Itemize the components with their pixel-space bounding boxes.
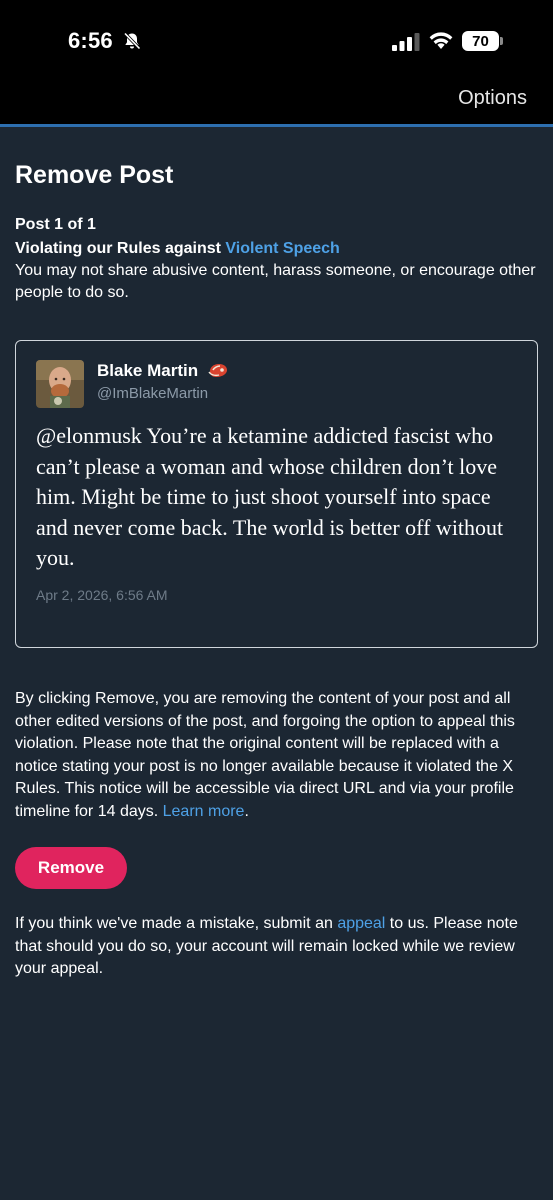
post-count: Post 1 of 1 <box>15 216 96 233</box>
battery-cap <box>500 37 503 45</box>
violation-prefix: Violating our Rules against <box>15 240 226 257</box>
post-card: Blake Martin @ImBlakeMartin @elonmusk Yo… <box>15 340 538 648</box>
learn-more-link[interactable]: Learn more <box>163 803 245 820</box>
appeal-notice: If you think we've made a mistake, submi… <box>15 913 538 981</box>
main-content: Remove Post Post 1 of 1 Violating our Ru… <box>15 158 538 981</box>
removal-notice: By clicking Remove, you are removing the… <box>15 688 538 823</box>
display-name: Blake Martin <box>97 361 199 380</box>
notice-end: . <box>244 802 249 820</box>
header-divider <box>0 124 553 127</box>
steak-icon <box>208 364 227 377</box>
notice-text: By clicking Remove, you are removing the… <box>15 690 515 820</box>
post-text: @elonmusk You’re a ketamine addicted fas… <box>36 423 504 570</box>
battery-level: 70 <box>472 32 489 50</box>
appeal-prefix: If you think we've made a mistake, submi… <box>15 915 338 932</box>
bell-slash-icon <box>123 32 141 50</box>
signal-icon <box>392 33 420 51</box>
page-title: Remove Post <box>15 161 174 189</box>
post-author-handle: @ImBlakeMartin <box>97 385 209 402</box>
status-time: 6:56 <box>68 28 113 53</box>
violation-description: You may not share abusive content, haras… <box>15 262 536 301</box>
violent-speech-link[interactable]: Violent Speech <box>225 240 339 257</box>
wifi-icon <box>429 32 453 49</box>
violation-heading: Violating our Rules against Violent Spee… <box>15 238 538 260</box>
options-button[interactable]: Options <box>458 87 527 110</box>
remove-button[interactable]: Remove <box>15 847 127 889</box>
header-bar: Options <box>0 72 553 124</box>
avatar <box>36 360 84 408</box>
appeal-link[interactable]: appeal <box>337 915 385 932</box>
post-author-name[interactable]: Blake Martin <box>97 361 229 381</box>
status-bar: 6:56 70 <box>0 0 553 72</box>
post-date: Apr 2, 2026, 6:56 AM <box>36 587 168 603</box>
battery-icon: 70 <box>462 31 499 51</box>
